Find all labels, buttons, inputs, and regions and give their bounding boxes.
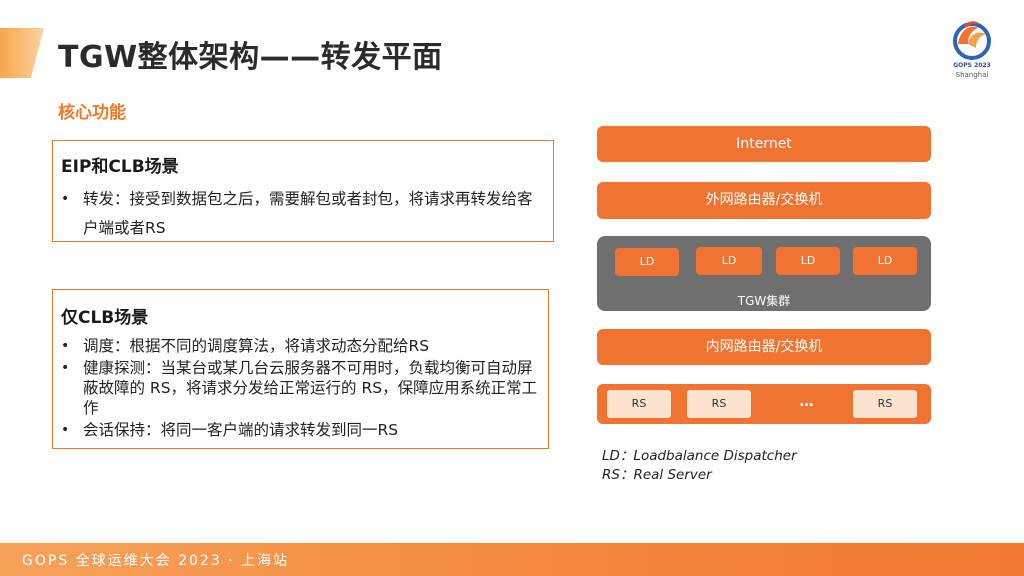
clb-only-title: 仅CLB场景 [61, 308, 149, 328]
ld-node: LD [696, 247, 762, 275]
clb-only-box: 仅CLB场景 调度：根据不同的调度算法，将请求动态分配给RS 健康探测：当某台或… [52, 289, 549, 449]
internet-layer: Internet [597, 126, 931, 162]
footer-bar: GOPS 全球运维大会 2023 · 上海站 [0, 543, 1024, 576]
eip-clb-bullets: 转发：接受到数据包之后，需要解包或者封包，将请求再转发给客户端或者RS [59, 185, 547, 243]
rs-node: RS [853, 390, 917, 418]
inner-router-layer: 内网路由器/交换机 [597, 329, 931, 365]
rs-node: RS [687, 390, 751, 418]
outer-router-layer: 外网路由器/交换机 [597, 182, 931, 219]
bullet-schedule: 调度：根据不同的调度算法，将请求动态分配给RS [59, 336, 542, 356]
ld-node: LD [776, 247, 840, 275]
ld-node: LD [853, 247, 917, 275]
bullet-health-check: 健康探测：当某台或某几台云服务器不可用时，负载均衡可自动屏蔽故障的 RS，将请求… [59, 358, 542, 418]
legend-rs: RS：Real Server [602, 467, 712, 483]
title-accent-bar [0, 28, 44, 78]
footer-text: GOPS 全球运维大会 2023 · 上海站 [22, 553, 290, 569]
logo-year-text: GOPS 2023 [953, 62, 991, 69]
gops-logo-icon [953, 21, 991, 60]
gops-logo: GOPS 2023 Shanghai [944, 18, 1000, 88]
bullet-forward: 转发：接受到数据包之后，需要解包或者封包，将请求再转发给客户端或者RS [59, 185, 547, 243]
page-title: TGW整体架构——转发平面 [58, 40, 443, 75]
clb-only-bullets: 调度：根据不同的调度算法，将请求动态分配给RS 健康探测：当某台或某几台云服务器… [59, 336, 542, 442]
eip-clb-title: EIP和CLB场景 [61, 157, 179, 177]
rs-ellipsis: … [799, 394, 815, 410]
rs-node: RS [607, 390, 671, 418]
bullet-session: 会话保持：将同一客户端的请求转发到同一RS [59, 420, 542, 440]
tgw-cluster: LD LD LD LD TGW集群 [597, 236, 931, 311]
real-server-row: RS RS … RS [597, 384, 931, 424]
legend-ld: LD：Loadbalance Dispatcher [602, 448, 797, 464]
cluster-label: TGW集群 [737, 294, 791, 308]
section-label: 核心功能 [58, 103, 126, 123]
ld-node: LD [615, 248, 679, 276]
eip-clb-box: EIP和CLB场景 转发：接受到数据包之后，需要解包或者封包，将请求再转发给客户… [52, 140, 554, 242]
logo-city-text: Shanghai [955, 71, 989, 79]
